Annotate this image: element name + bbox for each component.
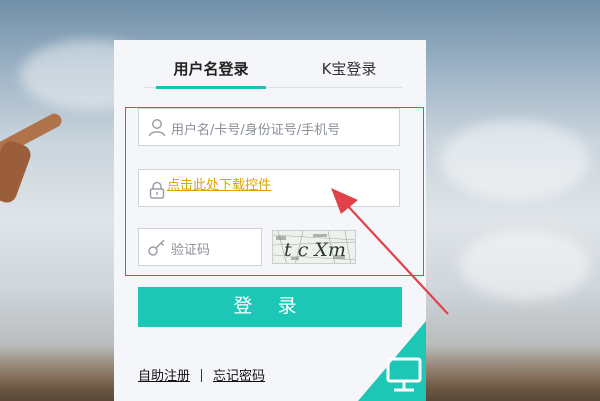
tab-kbao-login-label: K宝登录 [321,60,377,78]
download-control-link[interactable]: 点击此处下载控件 [167,174,271,193]
link-divider [201,369,203,382]
captcha-placeholder: 验证码 [171,243,211,258]
captcha-image[interactable]: t c Xm [272,230,356,264]
captcha-input[interactable]: 验证码 [138,228,262,266]
login-panel: 用户名登录 K宝登录 用户名/卡号/身份证号/手机号 点击此处下载控件 验证码 … [114,40,426,401]
register-link[interactable]: 自助注册 [138,369,190,384]
background-cloud [440,120,590,200]
captcha-text: t c Xm [284,239,346,261]
login-tabs: 用户名登录 K宝登录 [144,56,404,89]
background-cloud [460,230,590,300]
username-input[interactable]: 用户名/卡号/身份证号/手机号 [138,108,400,146]
user-icon [147,117,167,137]
tab-username-login-label: 用户名登录 [173,60,249,78]
key-icon [147,237,167,257]
password-field[interactable]: 点击此处下载控件 [138,169,400,207]
tab-kbao-login[interactable]: K宝登录 [294,56,404,88]
monitor-corner-badge[interactable] [358,321,426,401]
background-arm [0,138,34,206]
footer-links: 自助注册 忘记密码 [138,365,265,384]
forgot-password-link[interactable]: 忘记密码 [213,369,265,384]
lock-icon [147,180,167,200]
tab-username-login[interactable]: 用户名登录 [156,56,266,89]
active-tab-underline [156,86,266,89]
username-placeholder: 用户名/卡号/身份证号/手机号 [171,123,341,138]
